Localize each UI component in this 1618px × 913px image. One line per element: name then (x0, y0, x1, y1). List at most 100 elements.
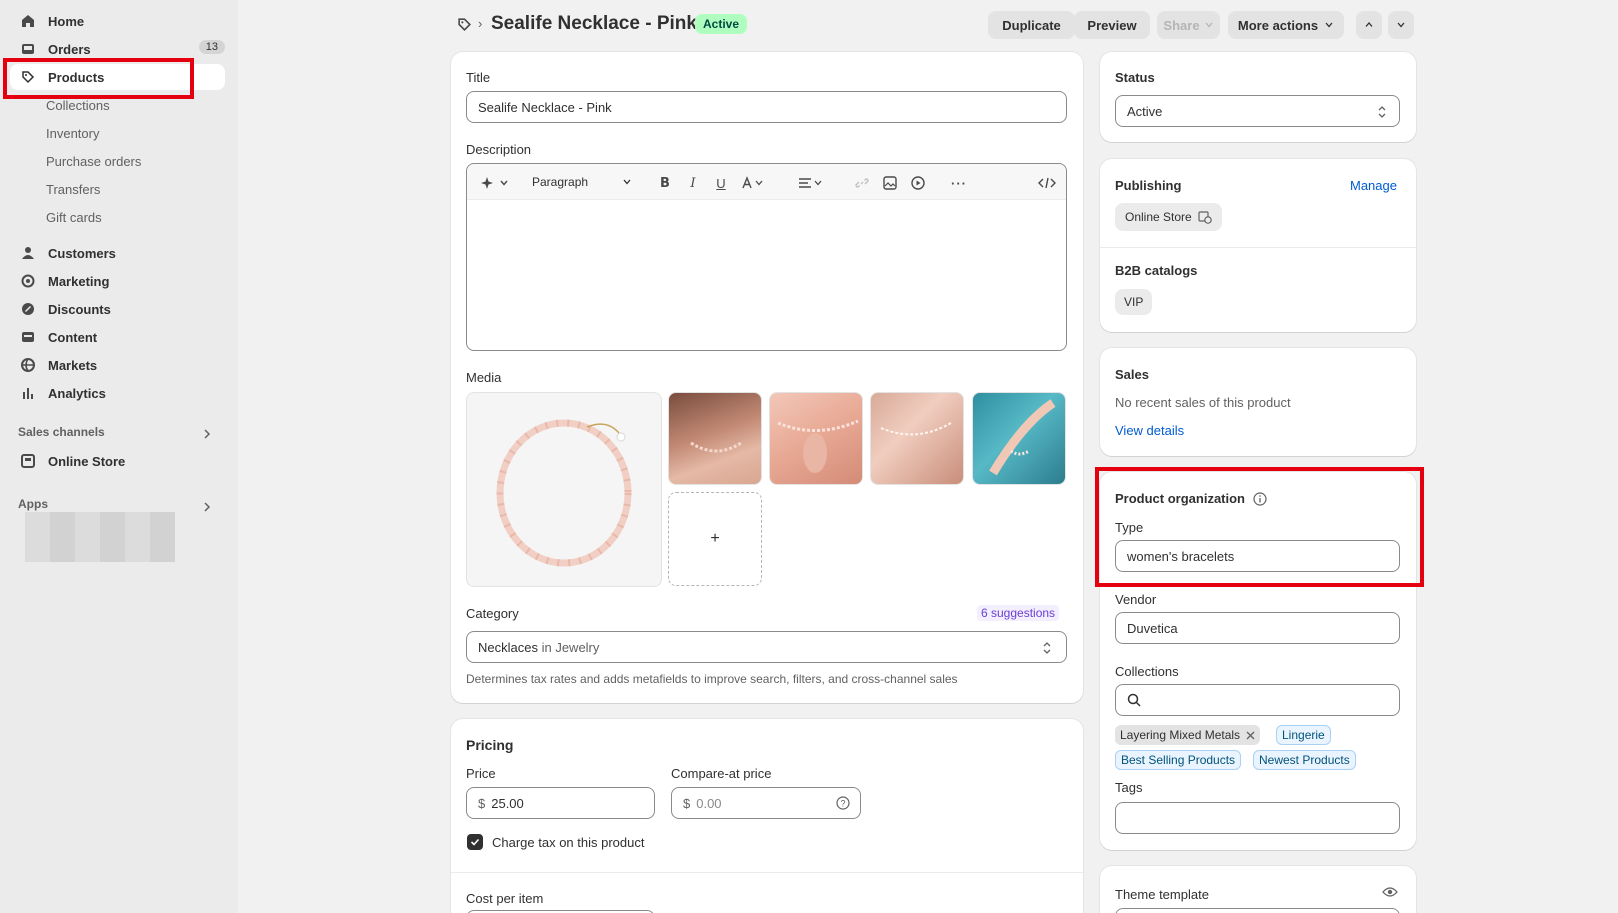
sidebar: Home Orders 13 Products Collections Inve… (0, 0, 238, 913)
chevron-down-icon (1205, 22, 1213, 28)
category-select[interactable]: Necklaces in Jewelry (466, 631, 1067, 663)
title-input[interactable]: Sealife Necklace - Pink (466, 91, 1067, 123)
paragraph-format-select[interactable]: Paragraph (532, 175, 632, 189)
channel-name: Online Store (1125, 210, 1192, 224)
media-thumbnail[interactable] (870, 392, 964, 485)
more-formatting-icon[interactable]: ··· (950, 174, 968, 192)
previous-product-button[interactable] (1356, 11, 1382, 39)
price-input[interactable]: $ 25.00 (466, 787, 655, 819)
blurred-apps-placeholder (25, 512, 175, 562)
duplicate-button[interactable]: Duplicate (988, 11, 1075, 39)
code-view-icon[interactable] (1036, 174, 1058, 192)
collection-tag[interactable]: Layering Mixed Metals (1115, 725, 1261, 745)
more-actions-label: More actions (1237, 17, 1319, 33)
chevron-right-icon[interactable] (202, 429, 212, 439)
discount-icon (20, 301, 36, 317)
tags-label: Tags (1115, 780, 1143, 795)
nav-collections[interactable]: Collections (46, 98, 110, 113)
category-help-text: Determines tax rates and adds metafields… (466, 672, 958, 686)
help-icon[interactable]: ? (836, 796, 850, 810)
breadcrumb-separator: › (478, 16, 483, 31)
nav-discounts[interactable]: Discounts (10, 296, 225, 322)
tag-icon[interactable] (457, 17, 472, 32)
next-product-button[interactable] (1388, 11, 1414, 39)
add-media-button[interactable]: + (668, 492, 762, 586)
sales-text: No recent sales of this product (1115, 395, 1291, 410)
sales-heading: Sales (1115, 367, 1149, 382)
inbox-icon (20, 41, 36, 57)
globe-icon (20, 357, 36, 373)
nav-content[interactable]: Content (10, 324, 225, 350)
nav-transfers[interactable]: Transfers (46, 182, 100, 197)
collections-search-input[interactable] (1115, 684, 1400, 716)
publishing-heading: Publishing (1115, 178, 1182, 193)
collection-tag[interactable]: Best Selling Products (1115, 750, 1242, 770)
manage-publishing-link[interactable]: Manage (1350, 178, 1397, 193)
media-thumbnail[interactable] (769, 392, 863, 485)
text-color-icon[interactable] (740, 174, 770, 192)
status-select[interactable]: Active (1115, 95, 1400, 127)
nav-marketing-label: Marketing (48, 273, 110, 289)
link-icon[interactable] (853, 174, 871, 192)
nav-home-label: Home (48, 13, 85, 29)
divider (1100, 247, 1416, 248)
charge-tax-label: Charge tax on this product (492, 835, 645, 850)
nav-markets[interactable]: Markets (10, 352, 225, 378)
more-actions-button[interactable]: More actions (1228, 11, 1344, 39)
checkmark-icon (470, 838, 480, 846)
calendar-clock-icon (1198, 211, 1212, 224)
italic-icon[interactable]: I (684, 174, 702, 192)
select-arrows-icon (1043, 642, 1051, 654)
collections-label: Collections (1115, 664, 1179, 679)
nav-online-store-label: Online Store (48, 453, 126, 469)
share-button[interactable]: Share (1157, 11, 1220, 39)
charge-tax-checkbox[interactable] (467, 834, 483, 850)
category-suggestions-link[interactable]: 6 suggestions (977, 605, 1060, 621)
compare-at-price-input[interactable]: $ 0.00 ? (671, 787, 861, 819)
nav-analytics[interactable]: Analytics (10, 380, 225, 406)
nav-markets-label: Markets (48, 357, 98, 373)
image-icon[interactable] (881, 174, 899, 192)
media-thumbnail[interactable] (972, 392, 1066, 485)
tags-input[interactable] (1115, 802, 1400, 834)
divider (451, 872, 1083, 873)
b2b-catalog-badge[interactable]: VIP (1115, 289, 1153, 315)
product-type-input[interactable]: women's bracelets (1115, 540, 1400, 572)
home-icon (20, 13, 36, 29)
paragraph-label: Paragraph (532, 175, 589, 189)
share-label: Share (1163, 17, 1200, 33)
status-heading: Status (1115, 70, 1155, 85)
store-icon (20, 453, 36, 469)
nav-home[interactable]: Home (10, 8, 225, 34)
ai-magic-icon[interactable] (479, 174, 513, 192)
online-store-channel-badge[interactable]: Online Store (1115, 203, 1222, 231)
collection-tag[interactable]: Newest Products (1253, 750, 1356, 770)
align-icon[interactable] (797, 174, 827, 192)
nav-inventory[interactable]: Inventory (46, 126, 99, 141)
info-icon[interactable] (1253, 491, 1267, 506)
bold-icon[interactable]: B (656, 174, 674, 192)
nav-gift-cards[interactable]: Gift cards (46, 210, 102, 225)
nav-online-store[interactable]: Online Store (10, 448, 225, 474)
product-organization-header: Product organization (1115, 491, 1267, 506)
main-product-image[interactable] (466, 392, 662, 587)
view-details-link[interactable]: View details (1115, 423, 1184, 438)
sales-channels-heading: Sales channels (18, 425, 105, 439)
collection-tag[interactable]: Lingerie (1276, 725, 1331, 745)
eye-icon[interactable] (1382, 886, 1398, 898)
theme-template-select[interactable] (1115, 908, 1400, 913)
media-thumbnail[interactable] (668, 392, 762, 485)
preview-button[interactable]: Preview (1074, 11, 1150, 39)
chevron-right-icon[interactable] (202, 502, 212, 512)
close-icon[interactable] (1246, 731, 1255, 740)
nav-purchase-orders[interactable]: Purchase orders (46, 154, 141, 169)
product-organization-heading: Product organization (1115, 491, 1245, 506)
nav-marketing[interactable]: Marketing (10, 268, 225, 294)
search-icon (1127, 693, 1141, 707)
select-arrows-icon (1378, 106, 1386, 118)
underline-icon[interactable]: U (712, 174, 730, 192)
nav-customers[interactable]: Customers (10, 240, 225, 266)
highlight-products (3, 58, 194, 99)
vendor-input[interactable]: Duvetica (1115, 612, 1400, 644)
video-icon[interactable] (909, 174, 927, 192)
